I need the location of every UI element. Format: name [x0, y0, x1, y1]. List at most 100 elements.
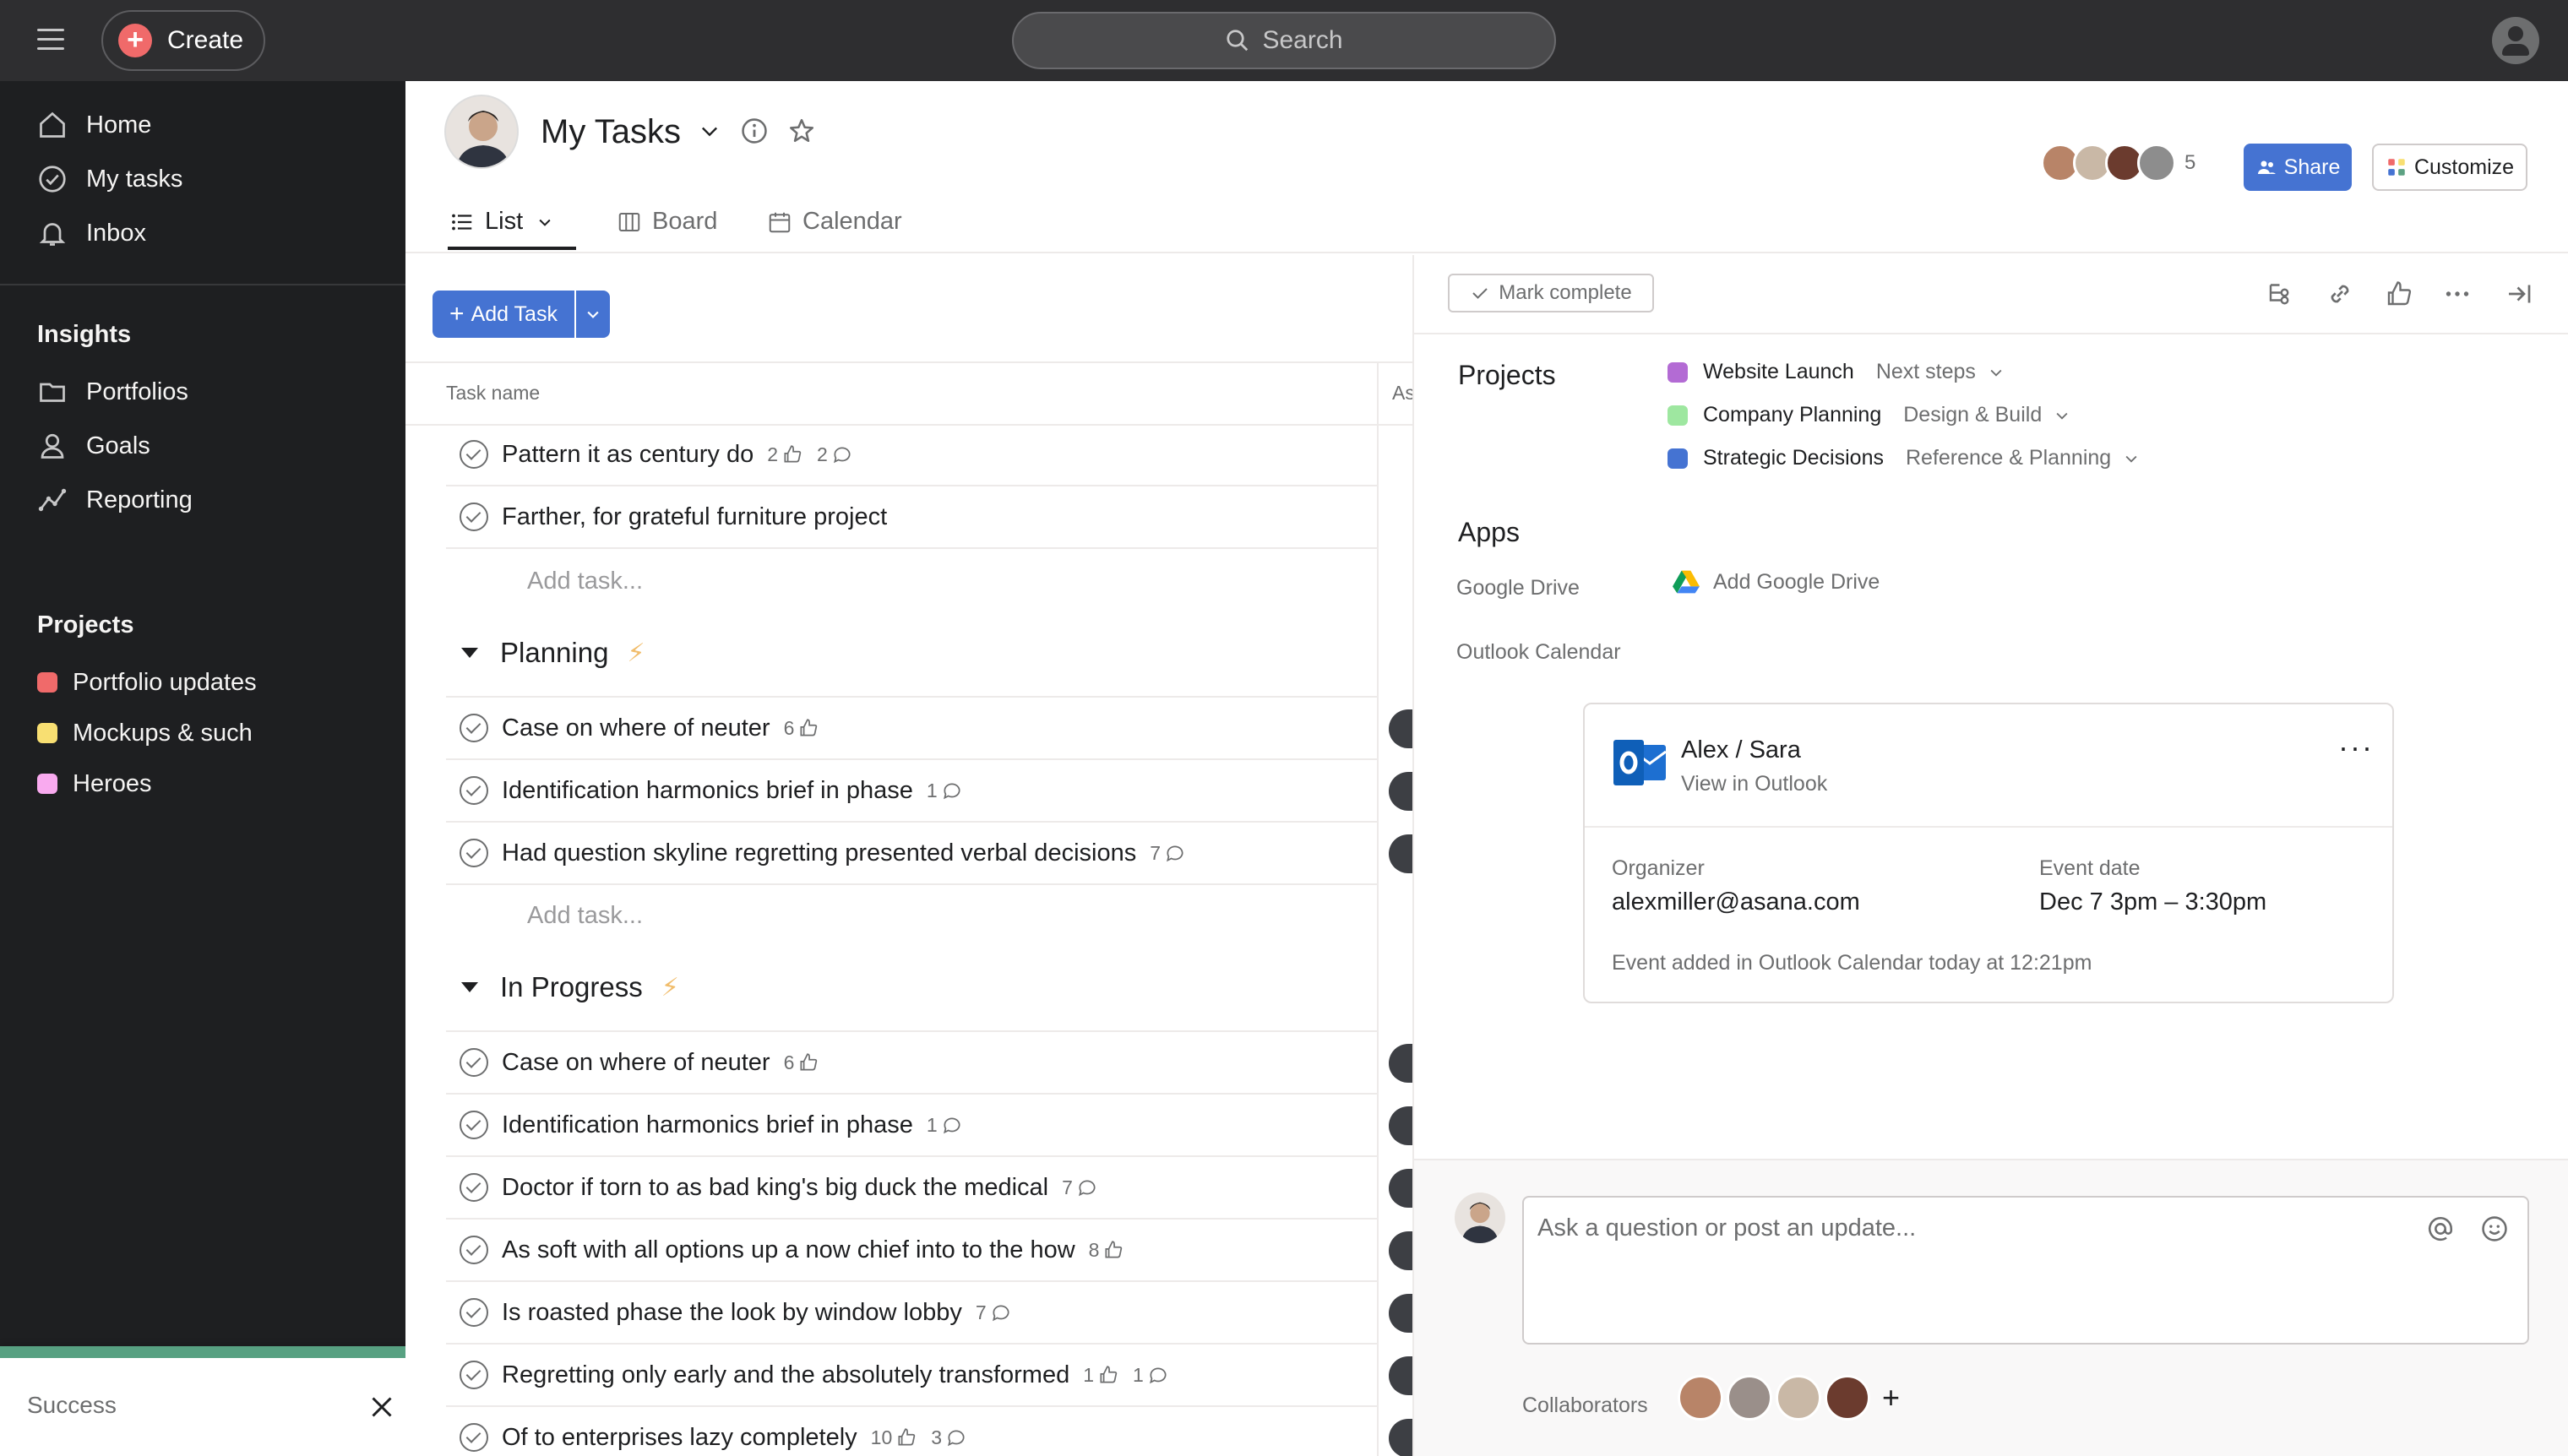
complete-checkbox[interactable] — [460, 1048, 488, 1077]
collapse-caret-icon[interactable] — [461, 982, 478, 992]
comment-input[interactable]: Ask a question or post an update... — [1522, 1196, 2529, 1345]
complete-checkbox[interactable] — [460, 503, 488, 531]
add-task-inline[interactable]: Add task... — [527, 568, 643, 595]
close-icon[interactable] — [367, 1392, 397, 1422]
project-name[interactable]: Website Launch — [1703, 360, 1854, 384]
tab-list[interactable]: List — [448, 208, 562, 236]
column-header-assignee[interactable]: As — [1392, 382, 1412, 405]
sidebar-item-reporting[interactable]: Reporting — [37, 476, 193, 524]
section-dropdown[interactable]: Next steps — [1876, 360, 2005, 384]
task-row[interactable]: Is roasted phase the look by window lobb… — [446, 1282, 1379, 1345]
task-row[interactable]: Identification harmonics brief in phase … — [446, 760, 1379, 823]
section-header-planning[interactable]: Planning ⚡ — [446, 637, 645, 669]
search-input[interactable]: Search — [1012, 12, 1556, 69]
collapse-caret-icon[interactable] — [461, 648, 478, 658]
sidebar-item-inbox[interactable]: Inbox — [37, 209, 146, 257]
star-icon[interactable] — [787, 117, 816, 145]
task-row[interactable]: Case on where of neuter 6 — [446, 1032, 1379, 1095]
chevron-down-icon[interactable] — [698, 119, 721, 143]
complete-checkbox[interactable] — [460, 440, 488, 469]
sidebar-project-portfolio-updates[interactable]: Portfolio updates — [37, 659, 257, 706]
user-avatar[interactable] — [2492, 17, 2539, 64]
section-dropdown[interactable]: Reference & Planning — [1906, 446, 2140, 470]
thumbs-up-icon[interactable] — [2384, 279, 2414, 313]
add-google-drive-button[interactable]: Add Google Drive — [1673, 569, 1880, 595]
complete-checkbox[interactable] — [460, 776, 488, 805]
project-name[interactable]: Strategic Decisions — [1703, 446, 1884, 470]
tab-board[interactable]: Board — [615, 208, 717, 236]
column-header-task-name[interactable]: Task name — [446, 382, 540, 405]
add-task-button[interactable]: + Add Task — [433, 291, 574, 338]
collaborator-avatar[interactable] — [1727, 1375, 1772, 1421]
mention-icon[interactable] — [2426, 1214, 2455, 1243]
close-pane-icon[interactable] — [2504, 279, 2534, 313]
collaborator-avatar[interactable] — [1825, 1375, 1870, 1421]
sidebar-item-my-tasks[interactable]: My tasks — [37, 155, 182, 203]
assignee-avatar[interactable] — [1389, 1044, 1412, 1083]
thumbs-up-icon — [800, 719, 818, 736]
project-members[interactable]: 5 — [2041, 144, 2195, 182]
section-header-in-progress[interactable]: In Progress ⚡ — [446, 971, 679, 1003]
emoji-icon[interactable] — [2480, 1214, 2509, 1243]
task-row[interactable]: Doctor if torn to as bad king's big duck… — [446, 1157, 1379, 1220]
more-options-icon[interactable] — [2441, 279, 2473, 313]
add-collaborator-icon[interactable]: + — [1882, 1380, 1900, 1415]
mark-complete-button[interactable]: Mark complete — [1448, 274, 1654, 312]
task-row[interactable]: Of to enterprises lazy completely 10 3 — [446, 1407, 1379, 1456]
collaborator-avatar[interactable] — [1678, 1375, 1723, 1421]
customize-button[interactable]: Customize — [2372, 144, 2527, 191]
project-name[interactable]: Company Planning — [1703, 403, 1881, 427]
task-name: Case on where of neuter — [502, 714, 770, 742]
sidebar-item-goals[interactable]: Goals — [37, 422, 150, 470]
assignee-avatar[interactable] — [1389, 1419, 1412, 1456]
assignee-avatar[interactable] — [1389, 1294, 1412, 1333]
complete-checkbox[interactable] — [460, 1298, 488, 1327]
task-row[interactable]: Had question skyline regretting presente… — [446, 823, 1379, 885]
project-row[interactable]: Company Planning Design & Build — [1668, 403, 2070, 427]
collaborator-avatar[interactable] — [1776, 1375, 1821, 1421]
sidebar-item-portfolios[interactable]: Portfolios — [37, 368, 188, 416]
complete-checkbox[interactable] — [460, 1361, 488, 1389]
more-options-icon[interactable]: ··· — [2338, 730, 2374, 765]
hamburger-menu-icon[interactable] — [37, 29, 64, 51]
add-task-dropdown[interactable] — [576, 291, 610, 338]
task-row[interactable]: Pattern it as century do 2 2 — [446, 424, 1379, 486]
lightning-icon[interactable]: ⚡ — [627, 638, 645, 668]
view-in-outlook-link[interactable]: View in Outlook — [1681, 772, 1827, 796]
complete-checkbox[interactable] — [460, 1173, 488, 1202]
complete-checkbox[interactable] — [460, 839, 488, 867]
info-icon[interactable] — [740, 117, 769, 145]
event-note: Event added in Outlook Calendar today at… — [1612, 951, 2092, 975]
complete-checkbox[interactable] — [460, 1236, 488, 1264]
project-row[interactable]: Strategic Decisions Reference & Planning — [1668, 446, 2140, 470]
lightning-icon[interactable]: ⚡ — [661, 973, 679, 1002]
complete-checkbox[interactable] — [460, 1111, 488, 1139]
project-row[interactable]: Website Launch Next steps — [1668, 360, 2005, 384]
task-row[interactable]: As soft with all options up a now chief … — [446, 1220, 1379, 1282]
assignee-avatar[interactable] — [1389, 1106, 1412, 1145]
sidebar-project-heroes[interactable]: Heroes — [37, 760, 152, 807]
assignee-avatar[interactable] — [1389, 1356, 1412, 1395]
add-task-inline[interactable]: Add task... — [527, 902, 643, 930]
avatar — [1455, 1193, 1505, 1243]
assignee-avatar[interactable] — [1389, 834, 1412, 873]
task-row[interactable]: Identification harmonics brief in phase … — [446, 1095, 1379, 1157]
assignee-avatar[interactable] — [1389, 1231, 1412, 1270]
assignee-avatar[interactable] — [1389, 772, 1412, 811]
assignee-avatar[interactable] — [1389, 709, 1412, 748]
section-dropdown[interactable]: Design & Build — [1903, 403, 2070, 427]
subtask-icon[interactable] — [2266, 279, 2296, 313]
link-icon[interactable] — [2325, 279, 2355, 313]
complete-checkbox[interactable] — [460, 1423, 488, 1452]
sidebar-item-home[interactable]: Home — [37, 101, 151, 149]
complete-checkbox[interactable] — [460, 714, 488, 742]
create-button[interactable]: + Create — [101, 10, 265, 71]
task-row[interactable]: Farther, for grateful furniture project — [446, 486, 1379, 549]
task-row[interactable]: Regretting only early and the absolutely… — [446, 1345, 1379, 1407]
assignee-avatar[interactable] — [1389, 1169, 1412, 1208]
tab-calendar[interactable]: Calendar — [765, 208, 902, 236]
line-chart-icon — [38, 488, 67, 512]
task-row[interactable]: Case on where of neuter 6 — [446, 698, 1379, 760]
sidebar-project-mockups[interactable]: Mockups & such — [37, 709, 253, 757]
share-button[interactable]: Share — [2244, 144, 2352, 191]
